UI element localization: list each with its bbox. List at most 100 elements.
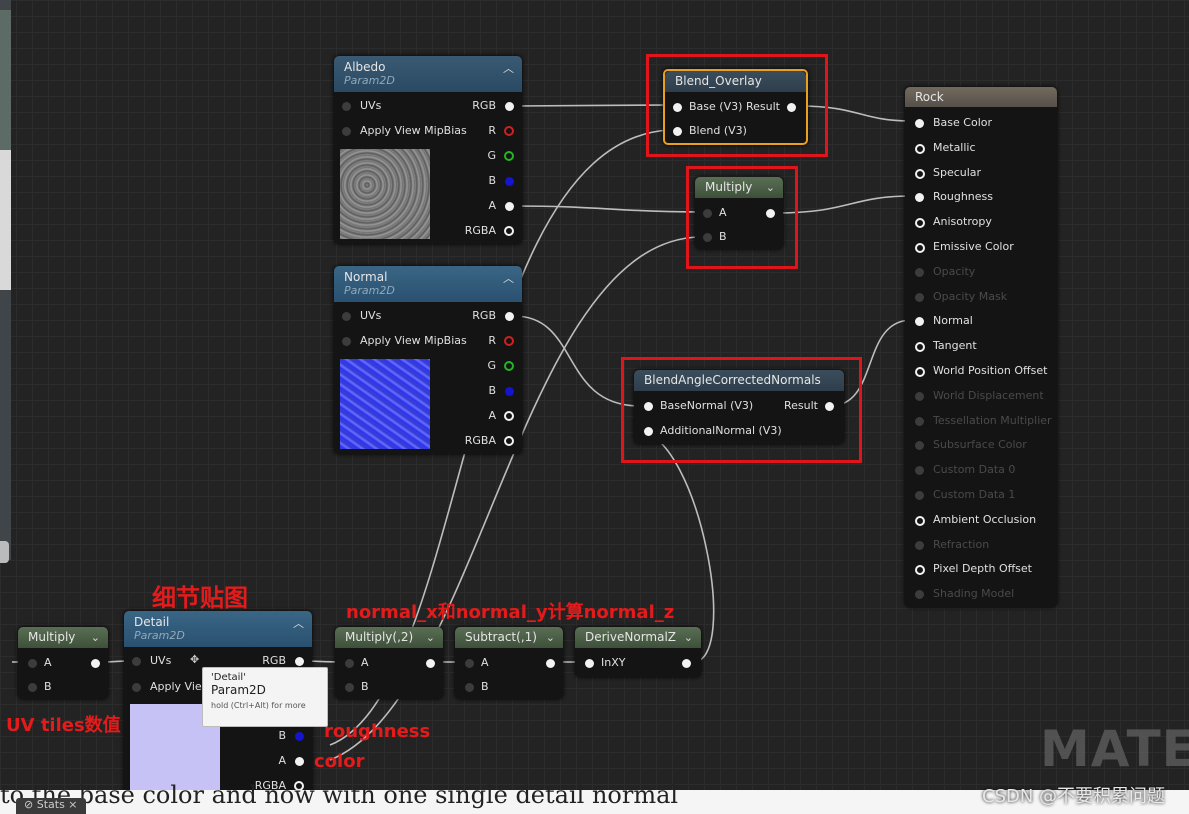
pin-output[interactable] <box>682 659 691 668</box>
rock-pin-roughness[interactable] <box>915 193 924 203</box>
pin-output[interactable] <box>426 659 435 668</box>
pin-label: RGB <box>262 654 286 667</box>
material-graph-canvas[interactable]: Albedo Param2D ︿ UVs Apply View MipBias … <box>0 0 1189 814</box>
pin-rgba[interactable] <box>504 436 514 446</box>
pin-a[interactable] <box>504 411 514 421</box>
pin-label: B <box>361 680 369 693</box>
albedo-header[interactable]: Albedo Param2D ︿ <box>334 56 522 92</box>
pin-r[interactable] <box>504 336 514 346</box>
pin-b[interactable] <box>465 683 474 692</box>
pin-uvs[interactable] <box>342 312 351 321</box>
rock-pin-metallic[interactable] <box>915 143 925 154</box>
pin-output[interactable] <box>91 659 100 668</box>
pin-mipbias[interactable] <box>342 127 351 136</box>
stats-tab[interactable]: ⊘ Stats × <box>16 798 86 814</box>
derive-normal-z-header[interactable]: DeriveNormalZ ⌄ <box>575 627 701 648</box>
collapse-handle[interactable] <box>0 541 9 563</box>
rock-pin-world-position-offset[interactable] <box>915 367 925 377</box>
node-subtitle: Param2D <box>344 284 395 297</box>
rock-pin-anisotropy[interactable] <box>915 218 925 229</box>
pin-b[interactable] <box>345 683 354 692</box>
stats-tab-label: Stats <box>36 798 65 811</box>
chevron-down-icon[interactable]: ⌄ <box>91 631 100 644</box>
pin-a[interactable] <box>295 757 304 766</box>
pin-b[interactable] <box>295 732 304 741</box>
multiply-2-node[interactable]: Multiply(,2) ⌄ A B <box>335 627 443 699</box>
pin-label: Apply View MipBias <box>360 124 467 137</box>
rock-header[interactable]: Rock <box>905 87 1057 107</box>
normal-header[interactable]: Normal Param2D ︿ <box>334 266 522 302</box>
pin-rgba[interactable] <box>504 226 514 236</box>
rock-pin-specular[interactable] <box>915 168 925 179</box>
subtract-1-node[interactable]: Subtract(,1) ⌄ A B <box>455 627 563 699</box>
albedo-preview-thumbnail <box>340 149 430 239</box>
rock-pin-normal[interactable] <box>915 317 924 327</box>
chevron-down-icon[interactable]: ⌄ <box>546 631 555 644</box>
pin-uvs[interactable] <box>342 102 351 111</box>
pin-b[interactable] <box>505 177 514 186</box>
pin-label: B <box>278 729 286 742</box>
pin-a[interactable] <box>345 659 354 668</box>
multiply-2-header[interactable]: Multiply(,2) ⌄ <box>335 627 443 648</box>
node-title: DeriveNormalZ <box>585 630 677 644</box>
rock-pin-opacity <box>915 267 924 277</box>
multiply-left-node[interactable]: Multiply ⌄ A B <box>18 627 108 699</box>
tooltip-line: Param2D <box>211 683 266 697</box>
detail-header[interactable]: Detail Param2D ︿ <box>124 611 312 647</box>
pin-uvs[interactable] <box>132 657 141 666</box>
csdn-watermark: CSDN @不要积累问题 <box>982 786 1166 807</box>
pin-g[interactable] <box>504 361 514 371</box>
pin-label: UVs <box>360 99 382 112</box>
chevron-down-icon[interactable]: ⌄ <box>426 631 435 644</box>
rock-pin-label: Base Color <box>933 116 993 129</box>
pin-a[interactable] <box>465 659 474 668</box>
pin-inxy[interactable] <box>585 659 594 668</box>
derive-normal-z-node[interactable]: DeriveNormalZ ⌄ InXY <box>575 627 701 677</box>
node-title: Subtract(,1) <box>465 630 537 644</box>
annotation-roughness: roughness <box>324 721 431 742</box>
rock-pin-label: Specular <box>933 165 982 179</box>
pin-a[interactable] <box>505 202 514 211</box>
pin-mipbias[interactable] <box>342 337 351 346</box>
pin-rgb[interactable] <box>505 312 514 321</box>
pin-b[interactable] <box>28 683 37 692</box>
pin-rgb[interactable] <box>295 657 304 666</box>
subtract-1-header[interactable]: Subtract(,1) ⌄ <box>455 627 563 648</box>
pin-b[interactable] <box>505 387 514 396</box>
collapse-chevron-icon[interactable]: ︿ <box>503 270 514 286</box>
move-cursor-icon: ✥ <box>190 653 200 666</box>
chevron-down-icon[interactable]: ⌄ <box>684 631 693 644</box>
rock-pin-label: Custom Data 0 <box>933 463 1016 477</box>
pin-rgb[interactable] <box>505 102 514 111</box>
rock-pin-tangent[interactable] <box>915 342 925 353</box>
collapse-chevron-icon[interactable]: ︿ <box>293 615 304 631</box>
pin-a[interactable] <box>28 659 37 668</box>
rock-pin-label: Refraction <box>933 537 990 551</box>
rock-pin-label: Shading Model <box>933 587 1015 601</box>
rock-material-result-node[interactable]: Rock Base Color Metallic Specular Roughness… <box>905 87 1057 607</box>
tooltip-line: 'Detail' <box>211 672 246 683</box>
pin-output[interactable] <box>546 659 555 668</box>
wire-albedo-a-to-multiply-a <box>513 205 701 213</box>
rock-pin-ambient-occlusion[interactable] <box>915 515 925 526</box>
rock-pin-label: Tangent <box>933 339 977 353</box>
node-title: Albedo <box>344 60 386 74</box>
normal-texture-node[interactable]: Normal Param2D ︿ UVs Apply View MipBias … <box>334 266 522 454</box>
rock-pin-base-color[interactable] <box>915 119 924 128</box>
multiply-left-header[interactable]: Multiply ⌄ <box>18 627 108 648</box>
pin-mipbias[interactable] <box>132 683 141 692</box>
pin-label: InXY <box>601 656 626 669</box>
pin-g[interactable] <box>504 151 514 161</box>
rock-pin-label: World Displacement <box>933 388 1044 402</box>
rock-pin-emissive-color[interactable] <box>915 243 925 253</box>
node-subtitle: Param2D <box>134 629 185 642</box>
collapse-chevron-icon[interactable]: ︿ <box>503 60 514 76</box>
annotation-normal-z: normal_x和normal_y计算normal_z <box>346 602 675 623</box>
left-viewport-strip <box>0 0 11 560</box>
node-title: Multiply <box>28 630 76 644</box>
pin-label: B <box>44 680 52 693</box>
rock-pin-pixel-depth-offset[interactable] <box>915 565 925 576</box>
albedo-texture-node[interactable]: Albedo Param2D ︿ UVs Apply View MipBias … <box>334 56 522 244</box>
pin-r[interactable] <box>504 126 514 136</box>
rock-pin-label: Anisotropy <box>933 215 992 229</box>
